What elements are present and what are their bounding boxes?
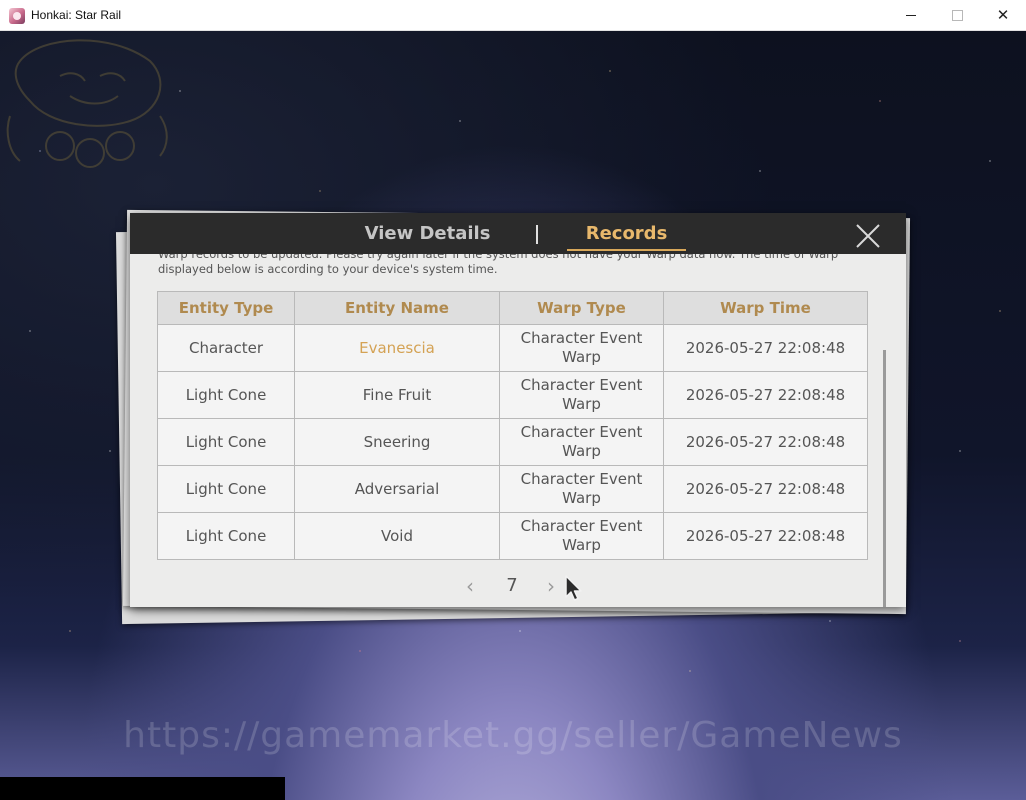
cell-warp-type: Character Event Warp bbox=[499, 324, 664, 372]
warp-records-dialog: View Details Records Warp records to be … bbox=[130, 213, 906, 607]
screen: Honkai: Star Rail ✕ View Details Records bbox=[0, 0, 1026, 800]
minimize-button[interactable] bbox=[888, 0, 934, 30]
table-row: Light Cone Fine Fruit Character Event War… bbox=[157, 371, 868, 419]
notice-text: Warp records to be updated. Please try a… bbox=[158, 254, 839, 276]
window-close-button[interactable]: ✕ bbox=[980, 0, 1026, 30]
watermark-text: https://gamemarket.gg/seller/GameNews bbox=[123, 715, 903, 756]
header-entity-type: Entity Type bbox=[157, 291, 295, 325]
app-icon bbox=[9, 8, 25, 24]
next-page-button[interactable]: › bbox=[539, 576, 563, 596]
cell-entity-name: Fine Fruit bbox=[294, 371, 500, 419]
maximize-button[interactable] bbox=[934, 0, 980, 30]
warp-type-line: Warp bbox=[562, 489, 601, 507]
tab-view-details[interactable]: View Details bbox=[360, 213, 495, 254]
window-title: Honkai: Star Rail bbox=[31, 8, 122, 22]
tab-records[interactable]: Records bbox=[567, 213, 686, 254]
background-doodle-icon bbox=[6, 39, 168, 168]
warp-type-line: Warp bbox=[562, 348, 601, 366]
cell-entity-type: Light Cone bbox=[157, 371, 295, 419]
dialog-body: Warp records to be updated. Please try a… bbox=[130, 254, 906, 607]
dialog-header: View Details Records bbox=[130, 213, 906, 254]
cell-entity-type: Light Cone bbox=[157, 465, 295, 513]
header-warp-type: Warp Type bbox=[499, 291, 664, 325]
cell-entity-type: Light Cone bbox=[157, 418, 295, 466]
warp-type-line: Character Event bbox=[520, 470, 643, 488]
cell-entity-name: Void bbox=[294, 512, 500, 560]
close-icon[interactable] bbox=[854, 222, 882, 250]
warp-type-line: Warp bbox=[562, 536, 601, 554]
taskbar-strip bbox=[0, 777, 285, 800]
cell-entity-name: Evanescia bbox=[294, 324, 500, 372]
cell-warp-type: Character Event Warp bbox=[499, 371, 664, 419]
scrollbar[interactable] bbox=[883, 350, 886, 607]
tab-divider bbox=[536, 225, 538, 244]
table-header-row: Entity Type Entity Name Warp Type Warp T… bbox=[157, 291, 868, 325]
warp-type-line: Warp bbox=[562, 395, 601, 413]
cell-entity-type: Character bbox=[157, 324, 295, 372]
warp-type-line: Character Event bbox=[520, 329, 643, 347]
warp-type-line: Warp bbox=[562, 442, 601, 460]
warp-type-line: Character Event bbox=[520, 517, 643, 535]
mouse-cursor-icon bbox=[565, 575, 582, 601]
table-row: Light Cone Adversarial Character Event Wa… bbox=[157, 465, 868, 513]
cell-warp-time: 2026-05-27 22:08:48 bbox=[663, 324, 868, 372]
warp-type-line: Character Event bbox=[520, 376, 643, 394]
cell-warp-time: 2026-05-27 22:08:48 bbox=[663, 418, 868, 466]
cell-entity-name: Adversarial bbox=[294, 465, 500, 513]
cell-warp-time: 2026-05-27 22:08:48 bbox=[663, 371, 868, 419]
cell-entity-name: Sneering bbox=[294, 418, 500, 466]
window-titlebar: Honkai: Star Rail ✕ bbox=[0, 0, 1026, 31]
page-number: 7 bbox=[506, 575, 518, 596]
previous-page-button[interactable]: ‹ bbox=[458, 576, 482, 596]
cell-warp-type: Character Event Warp bbox=[499, 418, 664, 466]
cell-warp-time: 2026-05-27 22:08:48 bbox=[663, 465, 868, 513]
table-row: Light Cone Sneering Character Event Warp … bbox=[157, 418, 868, 466]
cell-entity-type: Light Cone bbox=[157, 512, 295, 560]
cell-warp-time: 2026-05-27 22:08:48 bbox=[663, 512, 868, 560]
records-table: Entity Type Entity Name Warp Type Warp T… bbox=[157, 291, 868, 560]
cell-warp-type: Character Event Warp bbox=[499, 512, 664, 560]
warp-type-line: Character Event bbox=[520, 423, 643, 441]
header-warp-time: Warp Time bbox=[663, 291, 868, 325]
active-tab-underline bbox=[567, 249, 686, 251]
header-entity-name: Entity Name bbox=[294, 291, 500, 325]
cell-warp-type: Character Event Warp bbox=[499, 465, 664, 513]
table-row: Character Evanescia Character Event Warp … bbox=[157, 324, 868, 372]
table-row: Light Cone Void Character Event Warp 2026… bbox=[157, 512, 868, 560]
pagination: ‹ 7 › bbox=[130, 572, 906, 600]
